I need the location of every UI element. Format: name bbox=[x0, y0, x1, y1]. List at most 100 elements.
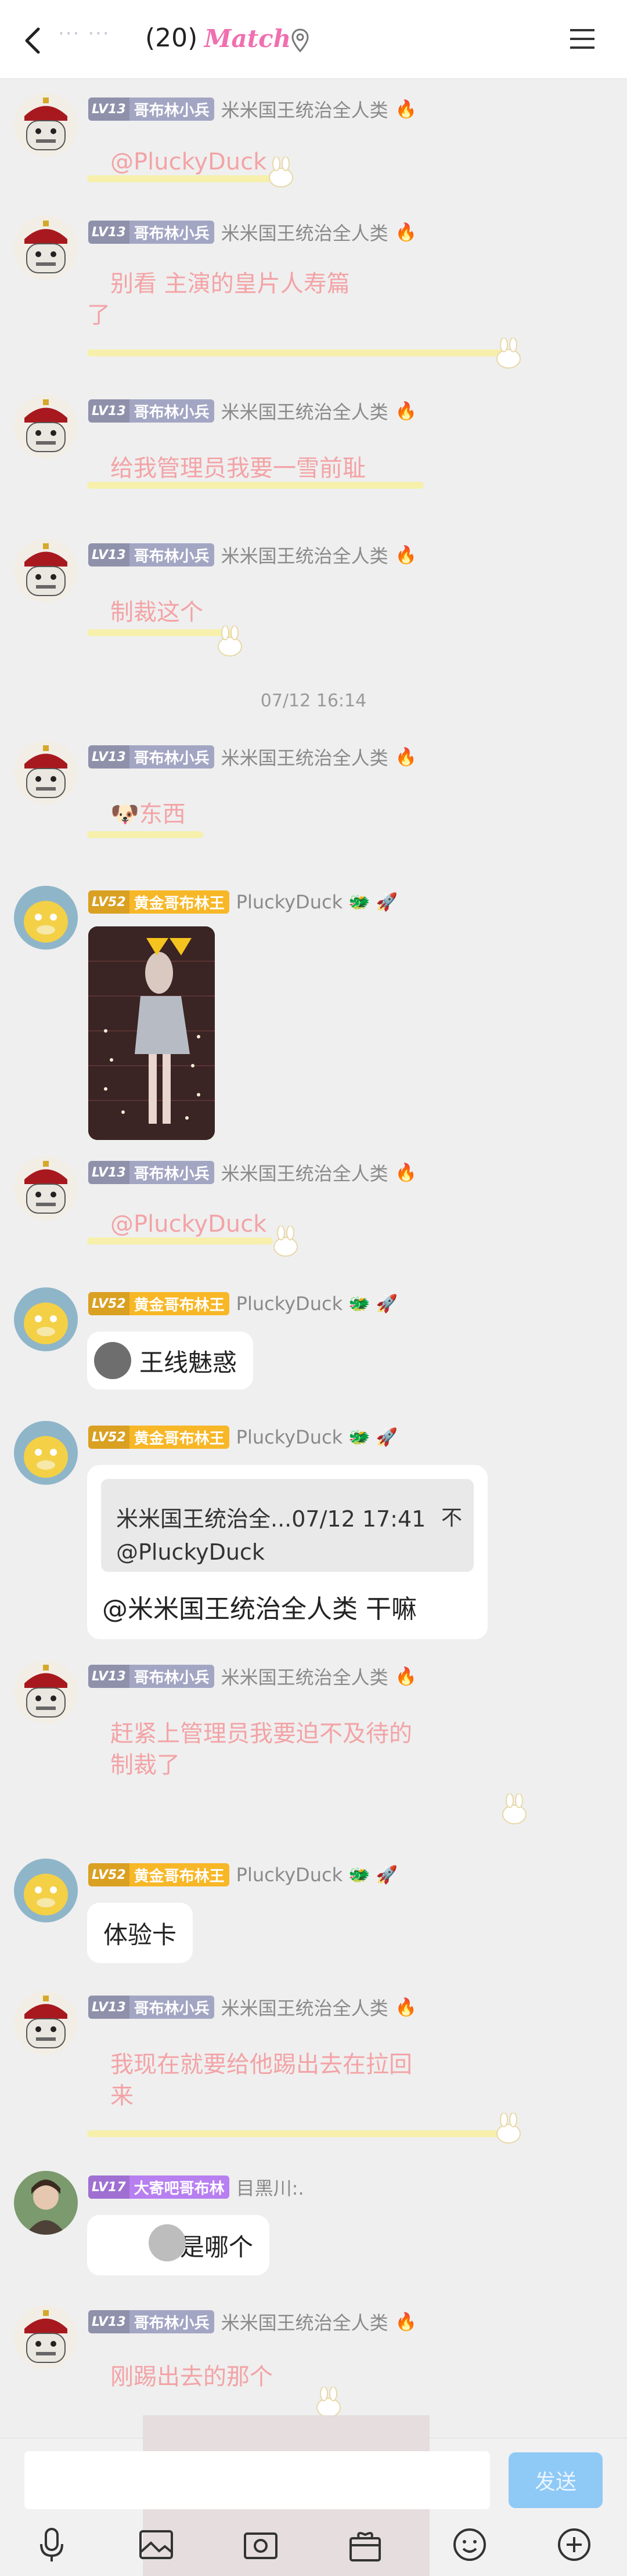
text-bubble[interactable]: 体验卡 bbox=[87, 1903, 193, 1963]
avatar[interactable] bbox=[14, 1660, 78, 1724]
level-badge: LV13 哥布林小兵 bbox=[88, 221, 214, 244]
sender-meta: LV13 哥布林小兵 米米国王统治全人类 🔥 bbox=[88, 398, 417, 424]
sender-name[interactable]: PluckyDuck bbox=[236, 1864, 343, 1886]
fancy-text-message: 别看 主演的皇片人寿篇 了 bbox=[87, 268, 528, 356]
level-badge: LV13 哥布林小兵 bbox=[88, 98, 214, 121]
avatar[interactable] bbox=[14, 395, 78, 459]
chat-header: ··· ··· (20) Match bbox=[0, 0, 627, 79]
sender-name[interactable]: 目黑川:. bbox=[236, 2174, 304, 2200]
sender-name[interactable]: 米米国王统治全人类 bbox=[221, 542, 388, 568]
level-badge: LV52 黄金哥布林王 bbox=[88, 1426, 229, 1449]
avatar[interactable] bbox=[14, 1421, 78, 1485]
menu-icon[interactable] bbox=[568, 26, 597, 52]
sender-name[interactable]: 米米国王统治全人类 bbox=[221, 398, 388, 424]
bunny-sticker-icon bbox=[493, 337, 524, 370]
sender-name[interactable]: 米米国王统治全人类 bbox=[221, 744, 388, 770]
location-pin-icon[interactable] bbox=[290, 28, 310, 53]
sender-meta: LV13 哥布林小兵 米米国王统治全人类 🔥 bbox=[88, 1994, 417, 2020]
quoted-message[interactable]: 米米国王统治全...07/12 17:41 不 @PluckyDuck bbox=[101, 1479, 474, 1572]
avatar[interactable] bbox=[14, 1859, 78, 1922]
sender-meta: LV13 哥布林小兵 米米国王统治全人类 🔥 bbox=[88, 542, 417, 568]
input-bar: 发送 bbox=[0, 2415, 627, 2576]
image-icon[interactable] bbox=[136, 2524, 176, 2565]
sender-name[interactable]: 米米国王统治全人类 bbox=[221, 96, 388, 122]
level-badge: LV13 哥布林小兵 bbox=[88, 1161, 214, 1184]
avatar[interactable] bbox=[14, 93, 78, 157]
message-input[interactable] bbox=[24, 2451, 490, 2509]
level-badge: LV13 哥布林小兵 bbox=[88, 399, 214, 423]
fancy-text-message: 我现在就要给他踢出去在拉回 来 bbox=[87, 2049, 528, 2137]
match-badge[interactable]: Match bbox=[204, 24, 291, 53]
sender-meta: LV13 哥布林小兵 米米国王统治全人类 🔥 bbox=[88, 1664, 417, 1689]
text-bubble[interactable]: 王线魅惑 bbox=[87, 1332, 254, 1390]
bunny-sticker-icon bbox=[493, 2112, 524, 2145]
sender-name[interactable]: PluckyDuck bbox=[236, 1426, 343, 1448]
reply-bubble[interactable]: 米米国王统治全...07/12 17:41 不 @PluckyDuck @米米国… bbox=[87, 1465, 488, 1639]
fancy-text-message: 🐶东西 bbox=[87, 799, 221, 838]
sender-meta: LV52 黄金哥布林王 PluckyDuck 🐲 🚀 bbox=[88, 1424, 398, 1450]
level-badge: LV52 黄金哥布林王 bbox=[88, 1863, 229, 1886]
avatar[interactable] bbox=[14, 1287, 78, 1351]
text-bubble[interactable]: 是哪个 bbox=[87, 2215, 270, 2275]
rocket-icon: 🚀 bbox=[376, 1427, 398, 1448]
emoji-icon[interactable] bbox=[449, 2524, 490, 2565]
sender-name[interactable]: PluckyDuck bbox=[236, 1293, 343, 1315]
sender-name[interactable]: 米米国王统治全人类 bbox=[221, 1159, 388, 1186]
avatar[interactable] bbox=[14, 2171, 78, 2235]
rocket-icon: 🚀 bbox=[376, 1864, 398, 1885]
send-button[interactable]: 发送 bbox=[509, 2452, 603, 2508]
bunny-sticker-icon bbox=[271, 1225, 301, 1258]
rocket-icon: 🚀 bbox=[376, 1293, 398, 1314]
level-badge: LV52 黄金哥布林王 bbox=[88, 890, 229, 914]
back-arrow-icon[interactable] bbox=[16, 23, 51, 58]
bunny-sticker-icon bbox=[266, 156, 296, 189]
level-badge: LV52 黄金哥布林王 bbox=[88, 1292, 229, 1315]
sender-name[interactable]: 米米国王统治全人类 bbox=[221, 1994, 388, 2021]
avatar[interactable] bbox=[14, 216, 78, 280]
dragon-icon: 🐲 bbox=[348, 1293, 370, 1314]
fire-icon: 🔥 bbox=[395, 1666, 417, 1687]
dragon-icon: 🐲 bbox=[348, 1427, 370, 1448]
sender-meta: LV13 哥布林小兵 米米国王统治全人类 🔥 bbox=[88, 744, 417, 770]
sender-name[interactable]: PluckyDuck bbox=[236, 891, 343, 913]
fancy-text-message: 给我管理员我要一雪前耻 bbox=[87, 453, 447, 489]
sender-name[interactable]: 米米国王统治全人类 bbox=[221, 2308, 388, 2335]
avatar[interactable] bbox=[14, 2306, 78, 2369]
level-badge: LV17 大寄吧哥布林 bbox=[88, 2175, 229, 2199]
sender-meta: LV13 哥布林小兵 米米国王统治全人类 🔥 bbox=[88, 219, 417, 245]
avatar[interactable] bbox=[14, 1991, 78, 2055]
avatar[interactable] bbox=[14, 886, 78, 950]
fancy-text-message: @PluckyDuck bbox=[87, 1208, 273, 1244]
fire-icon: 🔥 bbox=[395, 1162, 417, 1183]
avatar[interactable] bbox=[14, 741, 78, 804]
fire-icon: 🔥 bbox=[395, 401, 417, 421]
gift-box-icon[interactable] bbox=[345, 2524, 385, 2565]
avatar[interactable] bbox=[14, 1156, 78, 1220]
sender-meta: LV17 大寄吧哥布林 目黑川:. bbox=[88, 2174, 304, 2200]
camera-icon[interactable] bbox=[240, 2524, 281, 2565]
level-badge: LV13 哥布林小兵 bbox=[88, 1665, 214, 1688]
image-message[interactable] bbox=[88, 926, 215, 1140]
level-badge: LV13 哥布林小兵 bbox=[88, 543, 214, 567]
fancy-text-message: 赶紧上管理员我要迫不及待的 制裁了 bbox=[110, 1720, 412, 1778]
plus-icon[interactable] bbox=[554, 2524, 594, 2565]
microphone-icon[interactable] bbox=[31, 2524, 72, 2565]
dragon-icon: 🐲 bbox=[348, 892, 370, 912]
dragon-icon: 🐲 bbox=[348, 1864, 370, 1885]
blurred-sticker bbox=[149, 2224, 186, 2261]
group-name: ··· ··· bbox=[58, 22, 110, 45]
level-badge: LV13 哥布林小兵 bbox=[88, 2310, 214, 2333]
avatar[interactable] bbox=[14, 539, 78, 602]
fancy-text-message: 刚踢出去的那个 bbox=[110, 2364, 273, 2390]
level-badge: LV13 哥布林小兵 bbox=[88, 745, 214, 769]
sender-meta: LV13 哥布林小兵 米米国王统治全人类 🔥 bbox=[88, 2309, 417, 2335]
blurred-sticker bbox=[94, 1342, 131, 1379]
sender-meta: LV52 黄金哥布林王 PluckyDuck 🐲 🚀 bbox=[88, 889, 398, 915]
sender-meta: LV52 黄金哥布林王 PluckyDuck 🐲 🚀 bbox=[88, 1862, 398, 1888]
fancy-text-message: 制裁这个 bbox=[87, 597, 261, 636]
sender-name[interactable]: 米米国王统治全人类 bbox=[221, 219, 388, 246]
sender-name[interactable]: 米米国王统治全人类 bbox=[221, 1663, 388, 1690]
level-badge: LV13 哥布林小兵 bbox=[88, 1996, 214, 2019]
bunny-sticker-icon bbox=[499, 1793, 529, 1826]
bunny-sticker-icon bbox=[314, 2386, 344, 2419]
